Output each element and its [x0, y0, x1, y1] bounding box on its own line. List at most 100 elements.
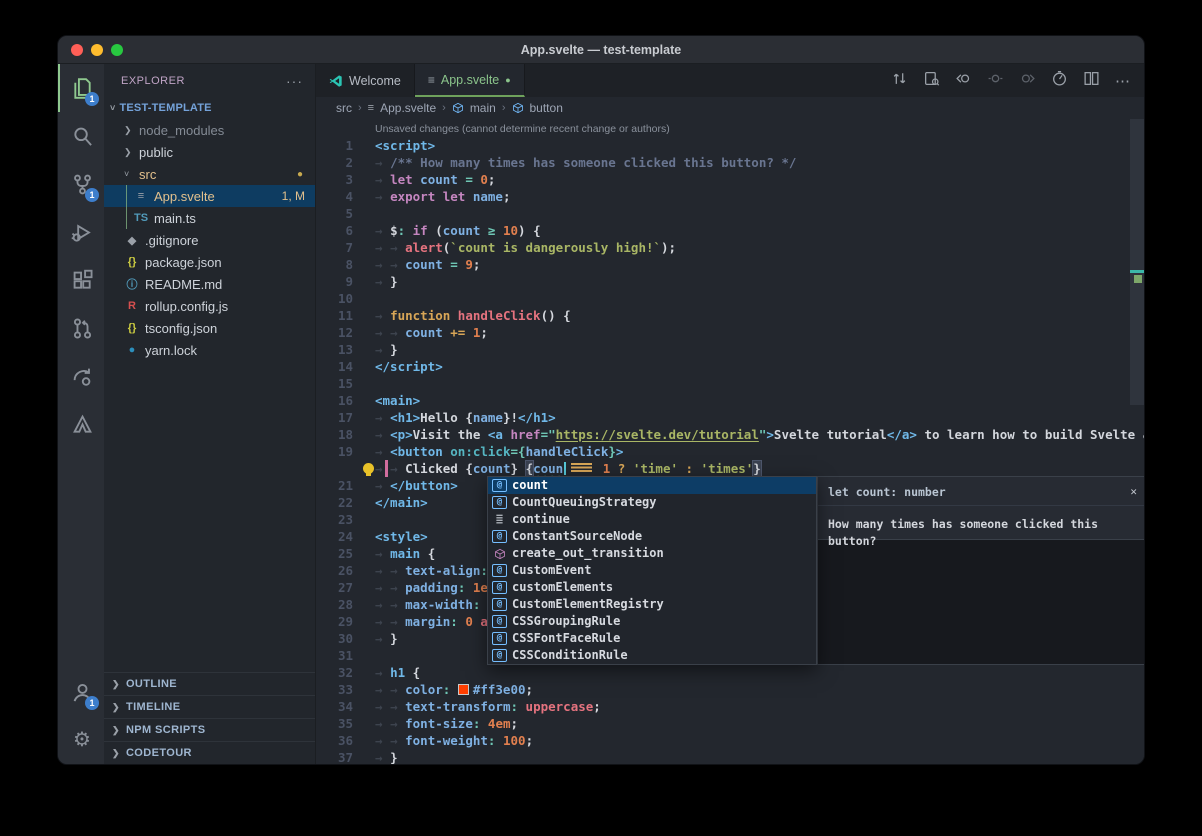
explorer-item-public[interactable]: ❯public	[104, 141, 315, 163]
explorer-item-main.ts[interactable]: TSmain.ts	[104, 207, 315, 229]
navigate-back-icon[interactable]	[955, 70, 972, 92]
run-icon[interactable]	[1051, 70, 1068, 92]
chevron-right-icon: ❯	[112, 702, 120, 713]
titlebar[interactable]: App.svelte — test-template	[58, 36, 1144, 64]
more-actions-icon[interactable]: ⋯	[1115, 72, 1130, 90]
code-line-20[interactable]: → → Clicked {count} {coun 1 ? 'time' : '…	[375, 460, 1144, 477]
code-line-15[interactable]	[375, 375, 1144, 392]
code-line-35[interactable]: → → font-size: 4em;	[375, 715, 1144, 732]
code-line-16[interactable]: <main>	[375, 392, 1144, 409]
explorer-item-rollup.config.js[interactable]: Rrollup.config.js	[104, 295, 315, 317]
code-editor[interactable]: Unsaved changes (cannot determine recent…	[316, 119, 1144, 764]
code-line-36[interactable]: → → font-weight: 100;	[375, 732, 1144, 749]
variable-icon: @	[492, 581, 507, 594]
workspace-root-label: TEST-TEMPLATE	[119, 102, 211, 114]
extensions-activity-button[interactable]	[58, 256, 104, 304]
code-line-8[interactable]: → → count = 9;	[375, 256, 1144, 273]
explorer-activity-button[interactable]: 1	[58, 64, 104, 112]
chevron-right-icon: ❯	[112, 725, 120, 736]
explorer-item-tsconfig.json[interactable]: {}tsconfig.json	[104, 317, 315, 339]
code-line-4[interactable]: → export let name;	[375, 188, 1144, 205]
minimize-window-button[interactable]	[91, 44, 103, 56]
zoom-window-button[interactable]	[111, 44, 123, 56]
suggestion-customElements[interactable]: @customElements	[488, 579, 816, 596]
code-line-34[interactable]: → → text-transform: uppercase;	[375, 698, 1144, 715]
azure-activity-button[interactable]	[58, 400, 104, 448]
explorer-item-src[interactable]: ˅src●	[104, 163, 315, 185]
pull-request-icon	[71, 317, 94, 340]
code-lines[interactable]: <script>→ /** How many times has someone…	[375, 137, 1144, 764]
code-line-12[interactable]: → → count += 1;	[375, 324, 1144, 341]
accounts-button[interactable]: 1	[58, 668, 104, 716]
tab-welcome[interactable]: Welcome	[316, 64, 415, 97]
explorer-item-node_modules[interactable]: ❯node_modules	[104, 119, 315, 141]
editor-gutter[interactable]: 1234567891011121314151617181921222324252…	[316, 137, 361, 764]
close-icon[interactable]: ✕	[1130, 483, 1137, 500]
source-control-activity-button[interactable]: 1	[58, 160, 104, 208]
open-changes-icon[interactable]	[891, 70, 908, 92]
section-npm-scripts[interactable]: ❯NPM SCRIPTS	[104, 718, 315, 741]
workspace-root-row[interactable]: ˅ TEST-TEMPLATE	[104, 97, 315, 119]
code-line-6[interactable]: → $: if (count ≥ 10) {	[375, 222, 1144, 239]
settings-button[interactable]: ⚙	[58, 716, 104, 764]
suggestion-continue[interactable]: ≣continue	[488, 511, 816, 528]
search-activity-button[interactable]	[58, 112, 104, 160]
suggestion-label: ConstantSourceNode	[512, 528, 642, 545]
lightbulb-icon[interactable]	[363, 463, 374, 474]
code-line-3[interactable]: → let count = 0;	[375, 171, 1144, 188]
suggestion-CustomElementRegistry[interactable]: @CustomElementRegistry	[488, 596, 816, 613]
overview-ruler-change-marker	[1134, 275, 1142, 283]
code-line-32[interactable]: → h1 {	[375, 664, 1144, 681]
live-share-activity-button[interactable]	[58, 352, 104, 400]
open-preview-icon[interactable]	[923, 70, 940, 92]
section-outline[interactable]: ❯OUTLINE	[104, 672, 315, 695]
code-line-18[interactable]: → <p>Visit the <a href="https://svelte.d…	[375, 426, 1144, 443]
explorer-item-yarn.lock[interactable]: ●yarn.lock	[104, 339, 315, 361]
breadcrumb-main[interactable]: main	[470, 101, 496, 115]
azure-icon	[71, 413, 94, 436]
code-line-17[interactable]: → <h1>Hello {name}!</h1>	[375, 409, 1144, 426]
explorer-item-.gitignore[interactable]: ◆.gitignore	[104, 229, 315, 251]
code-line-10[interactable]	[375, 290, 1144, 307]
explorer-item-README.md[interactable]: ⓘREADME.md	[104, 273, 315, 295]
code-line-11[interactable]: → function handleClick() {	[375, 307, 1144, 324]
search-icon	[71, 125, 94, 148]
code-line-9[interactable]: → }	[375, 273, 1144, 290]
suggestion-CSSGroupingRule[interactable]: @CSSGroupingRule	[488, 613, 816, 630]
code-line-19[interactable]: → <button on:click={handleClick}>	[375, 443, 1144, 460]
code-line-2[interactable]: → /** How many times has someone clicked…	[375, 154, 1144, 171]
explorer-actions-icon[interactable]: ···	[286, 73, 303, 89]
code-line-1[interactable]: <script>	[375, 137, 1144, 154]
explorer-sidebar: EXPLORER ··· ˅ TEST-TEMPLATE ❯node_modul…	[104, 64, 316, 764]
editor-scrollbar[interactable]	[1130, 119, 1144, 405]
explorer-badge: 1	[85, 92, 99, 106]
variable-icon: @	[492, 564, 507, 577]
suggestion-CSSFontFaceRule[interactable]: @CSSFontFaceRule	[488, 630, 816, 647]
breadcrumb-button[interactable]: button	[530, 101, 563, 115]
code-line-37[interactable]: → }	[375, 749, 1144, 764]
tab-app-svelte[interactable]: ≡ App.svelte ●	[415, 64, 525, 97]
breadcrumb-file[interactable]: App.svelte	[380, 101, 436, 115]
explorer-item-App.svelte[interactable]: ≡App.svelte1, M	[104, 185, 315, 207]
run-debug-activity-button[interactable]	[58, 208, 104, 256]
suggestion-ConstantSourceNode[interactable]: @ConstantSourceNode	[488, 528, 816, 545]
code-line-13[interactable]: → }	[375, 341, 1144, 358]
git-icon: ◆	[124, 234, 140, 247]
code-line-33[interactable]: → → color: #ff3e00;	[375, 681, 1144, 698]
split-editor-icon[interactable]	[1083, 70, 1100, 92]
section-timeline[interactable]: ❯TIMELINE	[104, 695, 315, 718]
close-window-button[interactable]	[71, 44, 83, 56]
suggestion-CSSConditionRule[interactable]: @CSSConditionRule	[488, 647, 816, 664]
explorer-item-package.json[interactable]: {}package.json	[104, 251, 315, 273]
section-codetour[interactable]: ❯CODETOUR	[104, 741, 315, 764]
suggestion-CountQueuingStrategy[interactable]: @CountQueuingStrategy	[488, 494, 816, 511]
suggestion-create_out_transition[interactable]: create_out_transition	[488, 545, 816, 562]
breadcrumb-src[interactable]: src	[336, 101, 352, 115]
code-line-5[interactable]	[375, 205, 1144, 222]
github-pr-activity-button[interactable]	[58, 304, 104, 352]
suggestion-CustomEvent[interactable]: @CustomEvent	[488, 562, 816, 579]
tab-bar: Welcome ≡ App.svelte ● ⋯	[316, 64, 1144, 97]
code-line-7[interactable]: → → alert(`count is dangerously high!`);	[375, 239, 1144, 256]
code-line-14[interactable]: </script>	[375, 358, 1144, 375]
suggestion-count[interactable]: @count	[488, 477, 816, 494]
